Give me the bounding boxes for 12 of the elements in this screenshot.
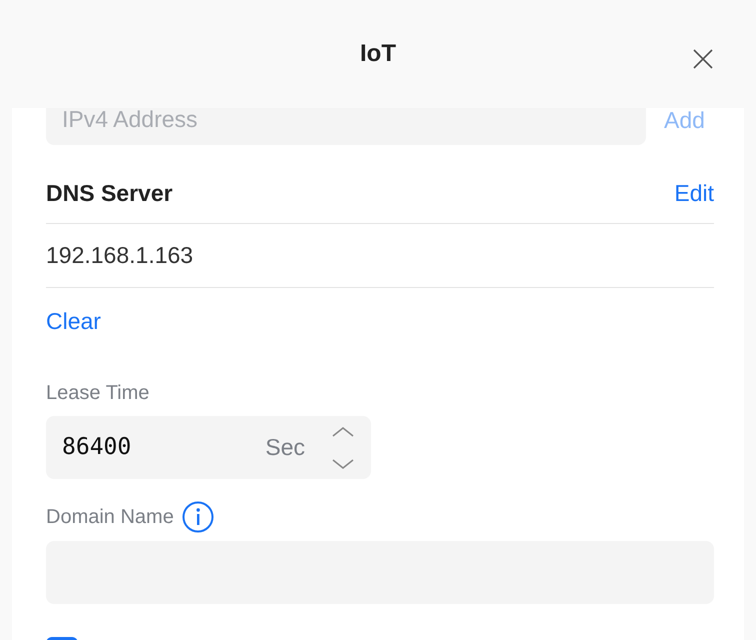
edit-link[interactable]: Edit bbox=[674, 176, 714, 210]
ipv4-address-field[interactable]: IPv4 Address bbox=[46, 108, 646, 145]
dialog-title: IoT bbox=[360, 39, 396, 69]
field-label: Lease Time bbox=[46, 381, 150, 406]
section-title: DNS Server bbox=[46, 178, 173, 208]
lease-time-field[interactable]: 86400 Sec bbox=[46, 416, 371, 479]
clear-link[interactable]: Clear bbox=[46, 302, 101, 340]
close-icon bbox=[693, 48, 713, 69]
field-label: Domain Name bbox=[46, 505, 174, 530]
stepper-arrows-icon[interactable] bbox=[331, 426, 355, 470]
dns-server-address: 192.168.1.163 bbox=[46, 241, 194, 270]
info-icon[interactable] bbox=[182, 501, 214, 533]
